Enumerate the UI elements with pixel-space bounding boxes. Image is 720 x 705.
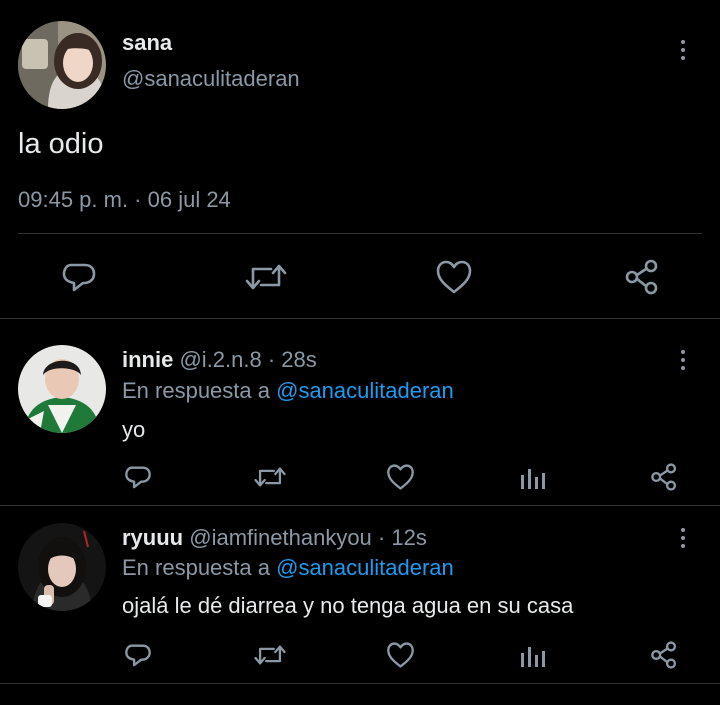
reply-time: · 28s [267, 347, 317, 372]
analytics-icon[interactable] [519, 641, 547, 669]
reply-context: En respuesta a @sanaculitaderan [122, 555, 454, 581]
user-handle[interactable]: @sanaculitaderan [122, 66, 300, 92]
reply-prefix: En respuesta a [122, 555, 270, 580]
divider [0, 318, 720, 319]
retweet-icon[interactable] [254, 641, 286, 669]
more-options-icon[interactable] [673, 36, 693, 66]
reply-prefix: En respuesta a [122, 378, 270, 403]
share-icon[interactable] [624, 259, 660, 295]
divider [0, 683, 720, 684]
reply-header: ryuuu @iamfinethankyou · 12s [122, 525, 427, 551]
reply-header: innie @i.2.n.8 · 28s [122, 347, 317, 373]
tweet-thread: sana @sanaculitaderan la odio 09:45 p. m… [0, 0, 720, 705]
reply-text: ojalá le dé diarrea y no tenga agua en s… [122, 593, 574, 618]
display-name[interactable]: innie [122, 347, 173, 372]
avatar[interactable] [18, 523, 106, 611]
reply-icon[interactable] [124, 463, 152, 491]
like-icon[interactable] [435, 259, 473, 295]
more-options-icon[interactable] [673, 524, 693, 554]
tweet-timestamp: 09:45 p. m. · 06 jul 24 [18, 187, 231, 212]
mention-link[interactable]: @sanaculitaderan [276, 555, 454, 580]
reply-context: En respuesta a @sanaculitaderan [122, 378, 454, 404]
user-handle[interactable]: @i.2.n.8 [179, 347, 261, 372]
more-options-icon[interactable] [673, 346, 693, 376]
avatar[interactable] [18, 21, 106, 109]
reply-time: · 12s [377, 525, 427, 550]
like-icon[interactable] [386, 641, 415, 669]
avatar[interactable] [18, 345, 106, 433]
mention-link[interactable]: @sanaculitaderan [276, 378, 454, 403]
reply-text: yo [122, 417, 146, 442]
like-icon[interactable] [386, 463, 415, 491]
share-icon[interactable] [650, 641, 678, 669]
retweet-icon[interactable] [254, 463, 286, 491]
analytics-icon[interactable] [519, 463, 547, 491]
reply-icon[interactable] [124, 641, 152, 669]
retweet-icon[interactable] [245, 259, 287, 295]
user-handle[interactable]: @iamfinethankyou [189, 525, 372, 550]
divider [0, 505, 720, 506]
display-name[interactable]: sana [122, 30, 172, 56]
share-icon[interactable] [650, 463, 678, 491]
divider [18, 233, 702, 234]
reply-icon[interactable] [61, 259, 97, 295]
tweet-text: la odio [18, 128, 104, 160]
display-name[interactable]: ryuuu [122, 525, 183, 550]
